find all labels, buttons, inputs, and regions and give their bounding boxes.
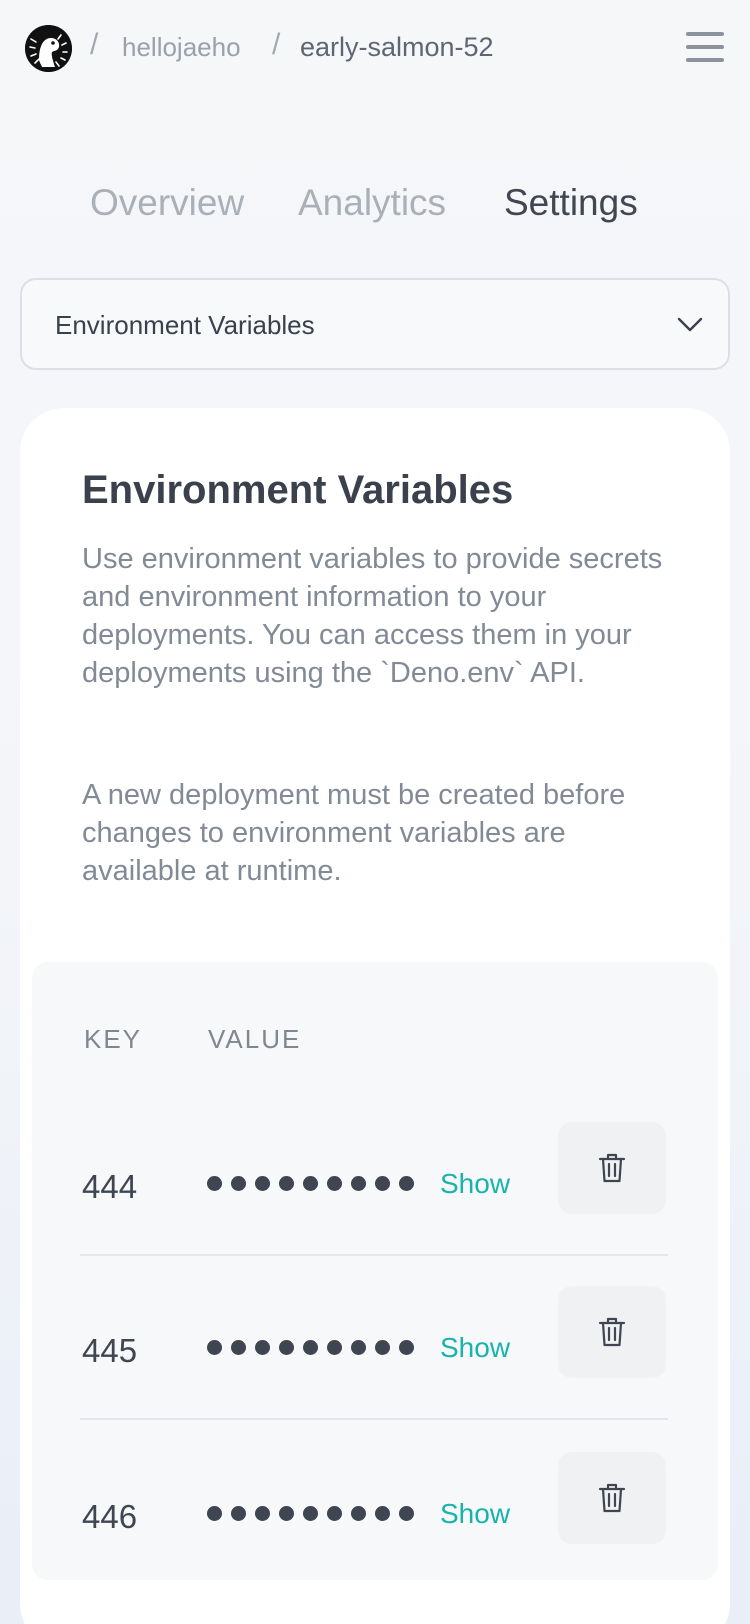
breadcrumb-separator: /: [90, 28, 99, 61]
breadcrumb-separator: /: [272, 28, 281, 61]
delete-button[interactable]: [558, 1452, 666, 1544]
deno-logo-icon[interactable]: [25, 25, 72, 72]
env-variables-card: Environment Variables Use environment va…: [20, 408, 730, 1624]
show-value-button[interactable]: Show: [440, 1498, 510, 1530]
delete-button[interactable]: [558, 1122, 666, 1214]
trash-icon: [598, 1483, 626, 1513]
menu-bar: [686, 32, 724, 36]
row-divider: [80, 1254, 668, 1256]
env-key: 444: [82, 1168, 138, 1205]
menu-bar: [686, 58, 724, 62]
trash-icon: [598, 1317, 626, 1347]
trash-icon: [598, 1153, 626, 1183]
column-header-value: VALUE: [208, 1024, 302, 1054]
settings-section-selected: Environment Variables: [55, 310, 315, 340]
top-bar: / hellojaeho / early-salmon-52: [0, 0, 750, 96]
chevron-down-icon: [677, 317, 703, 332]
row-divider: [80, 1418, 668, 1420]
breadcrumb-user[interactable]: hellojaeho: [122, 32, 241, 63]
masked-value: [207, 1176, 414, 1196]
table-row: 446 Show: [32, 1442, 718, 1602]
table-row: 444 Show: [32, 1112, 718, 1272]
menu-bar: [686, 45, 724, 49]
delete-button[interactable]: [558, 1286, 666, 1378]
show-value-button[interactable]: Show: [440, 1332, 510, 1364]
masked-value: [207, 1506, 414, 1526]
show-value-button[interactable]: Show: [440, 1168, 510, 1200]
tab-overview[interactable]: Overview: [90, 182, 244, 224]
breadcrumb-project[interactable]: early-salmon-52: [300, 32, 494, 63]
hamburger-menu-icon[interactable]: [686, 32, 724, 64]
table-row: 445 Show: [32, 1276, 718, 1436]
section-title: Environment Variables: [82, 468, 514, 512]
tab-settings[interactable]: Settings: [504, 182, 638, 224]
dinosaur-icon: [25, 25, 72, 72]
tab-analytics[interactable]: Analytics: [298, 182, 446, 224]
masked-value: [207, 1340, 414, 1360]
settings-section-select[interactable]: Environment Variables: [20, 278, 730, 370]
env-key: 445: [82, 1332, 138, 1369]
env-variables-table: KEY VALUE 444 Show 445 Show 446 Show: [32, 962, 718, 1580]
env-key: 446: [82, 1498, 138, 1535]
section-description: Use environment variables to provide sec…: [82, 543, 663, 689]
project-tabs: Overview Analytics Settings: [0, 182, 750, 232]
column-header-key: KEY: [84, 1024, 143, 1054]
section-note: A new deployment must be created before …: [82, 779, 626, 887]
